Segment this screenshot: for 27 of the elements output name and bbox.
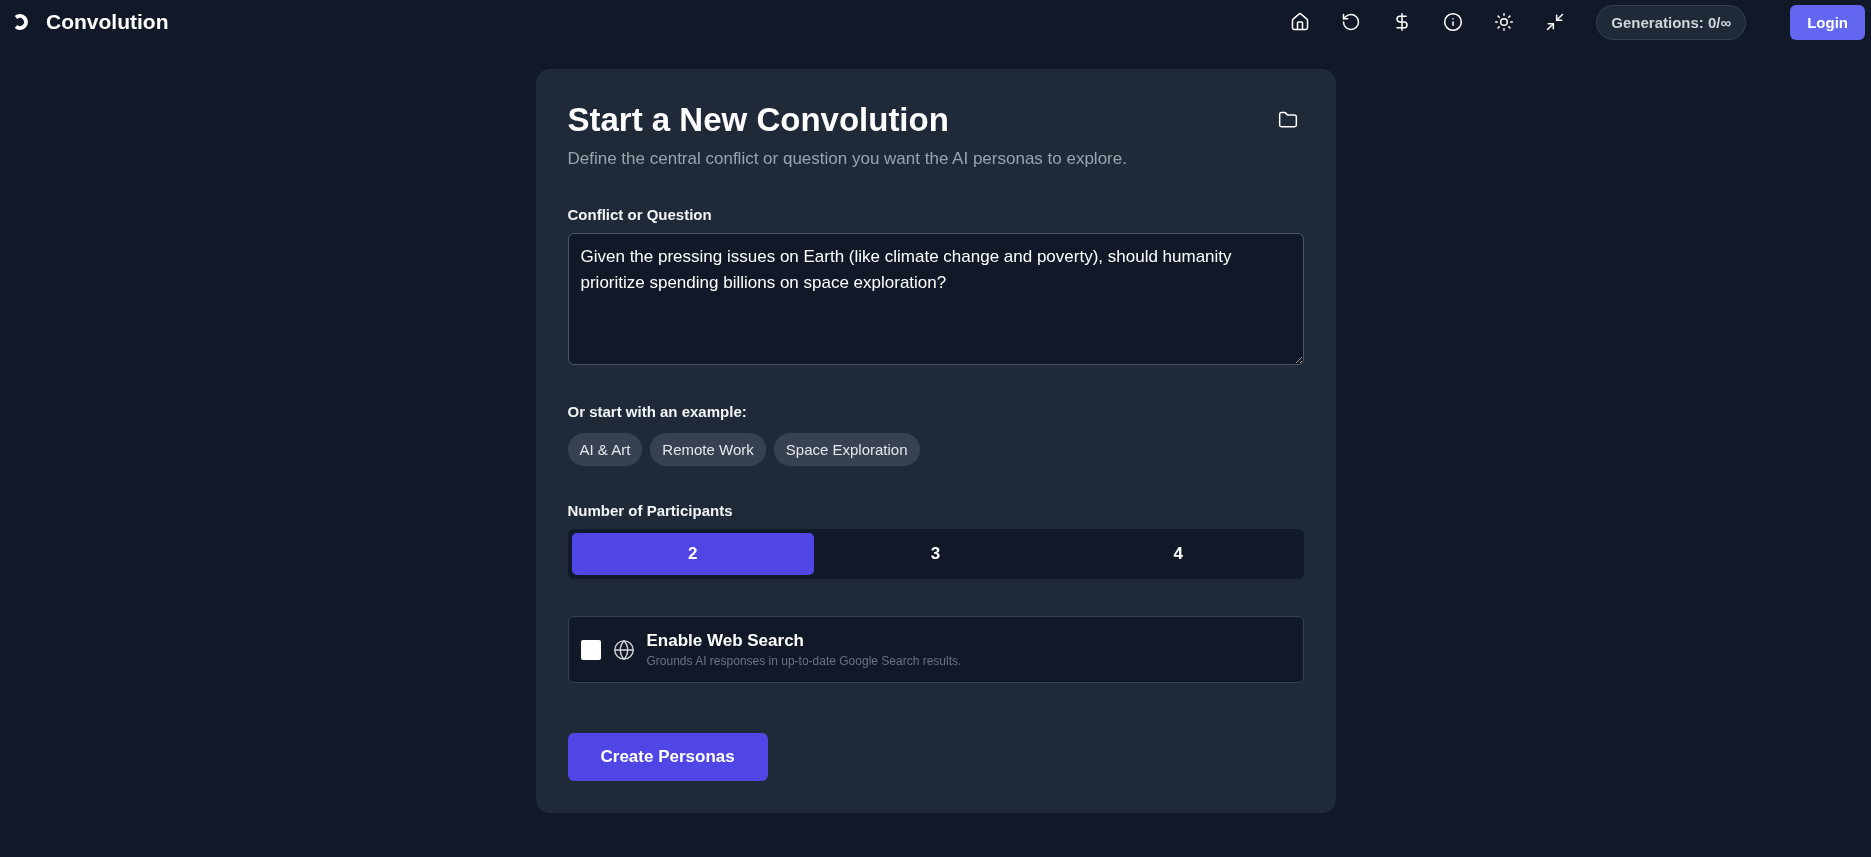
home-icon[interactable]: [1290, 12, 1311, 32]
example-chip[interactable]: Space Exploration: [773, 433, 920, 466]
web-search-description: Grounds AI responses in up-to-date Google Search results.: [646, 654, 962, 668]
participant-option[interactable]: 4: [1056, 533, 1300, 575]
section-label: Or start with an example:: [567, 403, 748, 420]
collapse-icon[interactable]: [1545, 12, 1566, 32]
folder-icon[interactable]: [1277, 110, 1298, 130]
example-chip[interactable]: AI & Art: [567, 433, 643, 466]
section-label: Number of Participants: [567, 502, 734, 519]
generations-counter: Generations: 0/∞: [1596, 4, 1747, 40]
field-label: Conflict or Question: [567, 206, 713, 223]
question-field[interactable]: Given the pressing issues on Earth (like climate change and poverty), should humanity prioritize spending billions on space exploration?: [567, 233, 1304, 365]
create-personas-button[interactable]: Create Personas: [567, 733, 768, 781]
participant-option[interactable]: 2: [571, 533, 815, 575]
app-name: Convolution: [46, 10, 169, 34]
card-subtitle: Define the central conflict or question you want the AI personas to explore.: [567, 149, 1128, 169]
login-button[interactable]: Login: [1790, 4, 1865, 40]
globe-icon: [612, 638, 635, 661]
reset-icon[interactable]: [1341, 12, 1362, 32]
web-search-title: Enable Web Search: [646, 631, 805, 651]
example-chip[interactable]: Remote Work: [650, 433, 766, 466]
card-title: Start a New Convolution: [567, 101, 949, 139]
info-icon[interactable]: [1443, 12, 1464, 32]
participant-option[interactable]: 3: [814, 533, 1057, 575]
logo-icon: [12, 13, 30, 31]
web-search-checkbox[interactable]: [580, 639, 601, 660]
sun-icon[interactable]: [1494, 12, 1515, 32]
